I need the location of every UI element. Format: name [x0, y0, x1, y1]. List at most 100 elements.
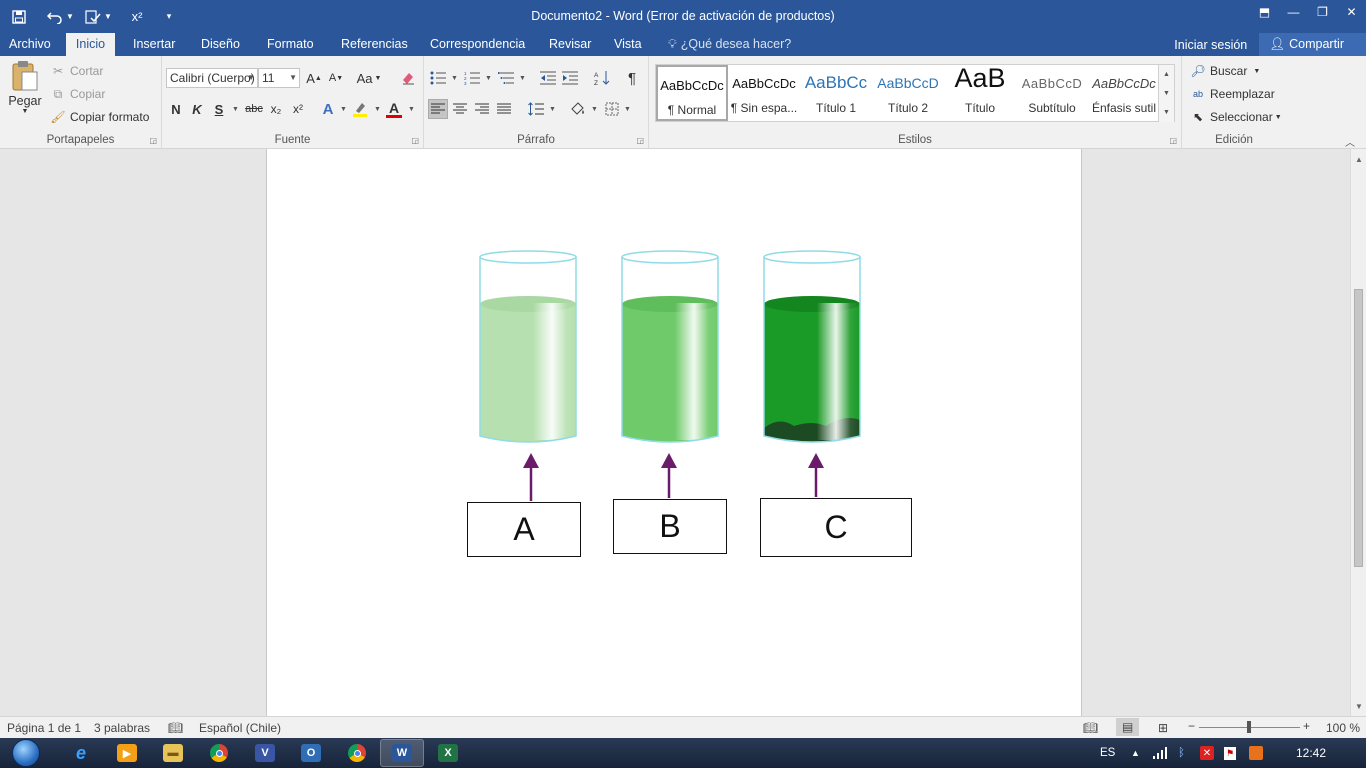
clear-formatting-icon[interactable] [398, 68, 418, 88]
excel-icon[interactable]: X [426, 739, 470, 767]
zoom-out-icon[interactable]: − [1188, 719, 1195, 733]
find-button[interactable]: 🔎︎ Buscar ▼ [1190, 63, 1260, 79]
sign-in-link[interactable]: Iniciar sesión [1174, 38, 1247, 52]
font-launcher-icon[interactable]: ◲ [411, 136, 419, 145]
show-formatting-icon[interactable]: ¶ [622, 68, 642, 88]
strikethrough-button[interactable]: abc [243, 99, 265, 119]
borders-dropdown-icon[interactable]: ▼ [624, 106, 631, 113]
line-spacing-dropdown-icon[interactable]: ▼ [549, 106, 556, 113]
media-player-icon[interactable]: ▶ [105, 739, 149, 767]
text-effects-icon[interactable]: A [318, 99, 338, 119]
bullets-dropdown-icon[interactable]: ▼ [451, 75, 458, 82]
bullets-icon[interactable] [428, 68, 448, 88]
tab-insertar[interactable]: Insertar [125, 33, 183, 56]
tab-referencias[interactable]: Referencias [333, 33, 416, 56]
proofing-icon[interactable]: 📖︎ [168, 721, 183, 735]
style-subtle-emphasis[interactable]: AaBbCcDc Énfasis sutil [1088, 65, 1160, 121]
web-layout-icon[interactable]: ⊞ [1158, 721, 1168, 735]
flag-alert-icon[interactable]: ⚑ [1224, 738, 1236, 768]
minimize-icon[interactable]: — [1279, 0, 1308, 24]
subscript-button[interactable]: x₂ [266, 99, 286, 119]
bluetooth-icon[interactable]: ᛒ [1178, 738, 1185, 768]
copy-button[interactable]: ⧉ Copiar [50, 86, 106, 102]
tab-inicio[interactable]: Inicio [66, 33, 115, 57]
gallery-scroll-down-icon[interactable]: ▼ [1158, 84, 1174, 103]
paste-button[interactable]: Pegar ▼ [6, 60, 44, 126]
align-center-icon[interactable] [450, 99, 470, 119]
document-page[interactable]: A B C [266, 149, 1082, 716]
vertical-scrollbar[interactable]: ▲ ▼ [1350, 149, 1366, 716]
office-tray-icon[interactable] [1249, 738, 1263, 768]
change-case-button[interactable]: Aa ▼ [356, 68, 382, 88]
underline-button[interactable]: S [209, 99, 229, 119]
start-button[interactable] [6, 738, 46, 768]
shading-icon[interactable] [568, 99, 588, 119]
tab-correspondencia[interactable]: Correspondencia [422, 33, 533, 56]
tell-me-box[interactable]: 💡︎ ¿Qué desea hacer? [668, 33, 791, 56]
align-left-icon[interactable] [428, 99, 448, 119]
share-button[interactable]: 👤︎ Compartir [1259, 33, 1366, 56]
page-count[interactable]: Página 1 de 1 [7, 721, 81, 735]
paragraph-launcher-icon[interactable]: ◲ [636, 136, 644, 145]
clipboard-launcher-icon[interactable]: ◲ [149, 136, 157, 145]
grow-font-button[interactable]: A ▲ [304, 68, 324, 88]
visio-icon[interactable]: V [243, 739, 287, 767]
decrease-indent-icon[interactable] [538, 68, 558, 88]
language-indicator[interactable]: ES [1100, 738, 1115, 768]
highlight-dropdown-icon[interactable]: ▼ [374, 106, 381, 113]
underline-dropdown-icon[interactable]: ▼ [232, 106, 239, 113]
numbering-icon[interactable]: 123 [462, 68, 482, 88]
zoom-level[interactable]: 100 % [1326, 721, 1360, 735]
gallery-scroll-up-icon[interactable]: ▲ [1158, 65, 1174, 84]
chrome-icon[interactable] [197, 739, 241, 767]
read-mode-icon[interactable]: 📖︎ [1083, 721, 1098, 735]
shrink-font-button[interactable]: A ▼ [326, 68, 346, 88]
font-name-box[interactable]: Calibri (Cuerpo) ▼ [166, 68, 258, 88]
italic-button[interactable]: K [187, 99, 207, 119]
zoom-slider-knob[interactable] [1247, 721, 1251, 733]
styles-launcher-icon[interactable]: ◲ [1169, 136, 1177, 145]
tab-revisar[interactable]: Revisar [541, 33, 599, 56]
shading-dropdown-icon[interactable]: ▼ [591, 106, 598, 113]
clock[interactable]: 12:42 [1296, 738, 1326, 768]
security-alert-icon[interactable]: ✕ [1200, 738, 1214, 768]
restore-icon[interactable]: ❐ [1308, 0, 1337, 24]
bold-button[interactable]: N [166, 99, 186, 119]
style-heading-1[interactable]: AaBbCc Título 1 [800, 65, 872, 121]
tab-diseno[interactable]: Diseño [193, 33, 248, 56]
tab-archivo[interactable]: Archivo [1, 33, 59, 56]
print-layout-icon[interactable]: ▤ [1116, 718, 1140, 736]
justify-icon[interactable] [494, 99, 514, 119]
replace-button[interactable]: ab Reemplazar [1190, 86, 1275, 102]
select-button[interactable]: ⬉ Seleccionar ▼ [1190, 109, 1282, 125]
line-spacing-icon[interactable] [526, 99, 546, 119]
ribbon-display-icon[interactable]: ⬒ [1250, 0, 1279, 24]
style-subtitle[interactable]: AaBbCcD Subtítulo [1016, 65, 1088, 121]
text-effects-dropdown-icon[interactable]: ▼ [340, 106, 347, 113]
align-right-icon[interactable] [472, 99, 492, 119]
close-icon[interactable]: ✕ [1337, 0, 1366, 24]
superscript-button[interactable]: x² [288, 99, 308, 119]
word-icon[interactable]: W [380, 739, 424, 767]
tray-expand-icon[interactable]: ▲ [1131, 738, 1140, 768]
signal-icon[interactable] [1153, 738, 1167, 768]
tab-formato[interactable]: Formato [259, 33, 322, 56]
tab-vista[interactable]: Vista [606, 33, 650, 56]
font-size-box[interactable]: 11 ▼ [258, 68, 300, 88]
font-color-icon[interactable]: A [384, 99, 404, 119]
scroll-up-icon[interactable]: ▲ [1351, 151, 1366, 167]
multilevel-list-icon[interactable] [496, 68, 516, 88]
style-title[interactable]: AaB Título [944, 65, 1016, 121]
chrome-icon[interactable] [335, 739, 379, 767]
zoom-in-icon[interactable]: + [1303, 719, 1310, 733]
increase-indent-icon[interactable] [560, 68, 580, 88]
ie-icon[interactable]: e [59, 739, 103, 767]
style-normal[interactable]: AaBbCcDc ¶ Normal [656, 65, 728, 121]
borders-icon[interactable] [602, 99, 622, 119]
sort-icon[interactable]: AZ [592, 68, 612, 88]
font-color-dropdown-icon[interactable]: ▼ [408, 106, 415, 113]
style-no-spacing[interactable]: AaBbCcDc ¶ Sin espa... [728, 65, 800, 121]
scroll-thumb[interactable] [1354, 289, 1363, 567]
style-heading-2[interactable]: AaBbCcD Título 2 [872, 65, 944, 121]
collapse-ribbon-icon[interactable]: ︿ [1345, 134, 1355, 149]
